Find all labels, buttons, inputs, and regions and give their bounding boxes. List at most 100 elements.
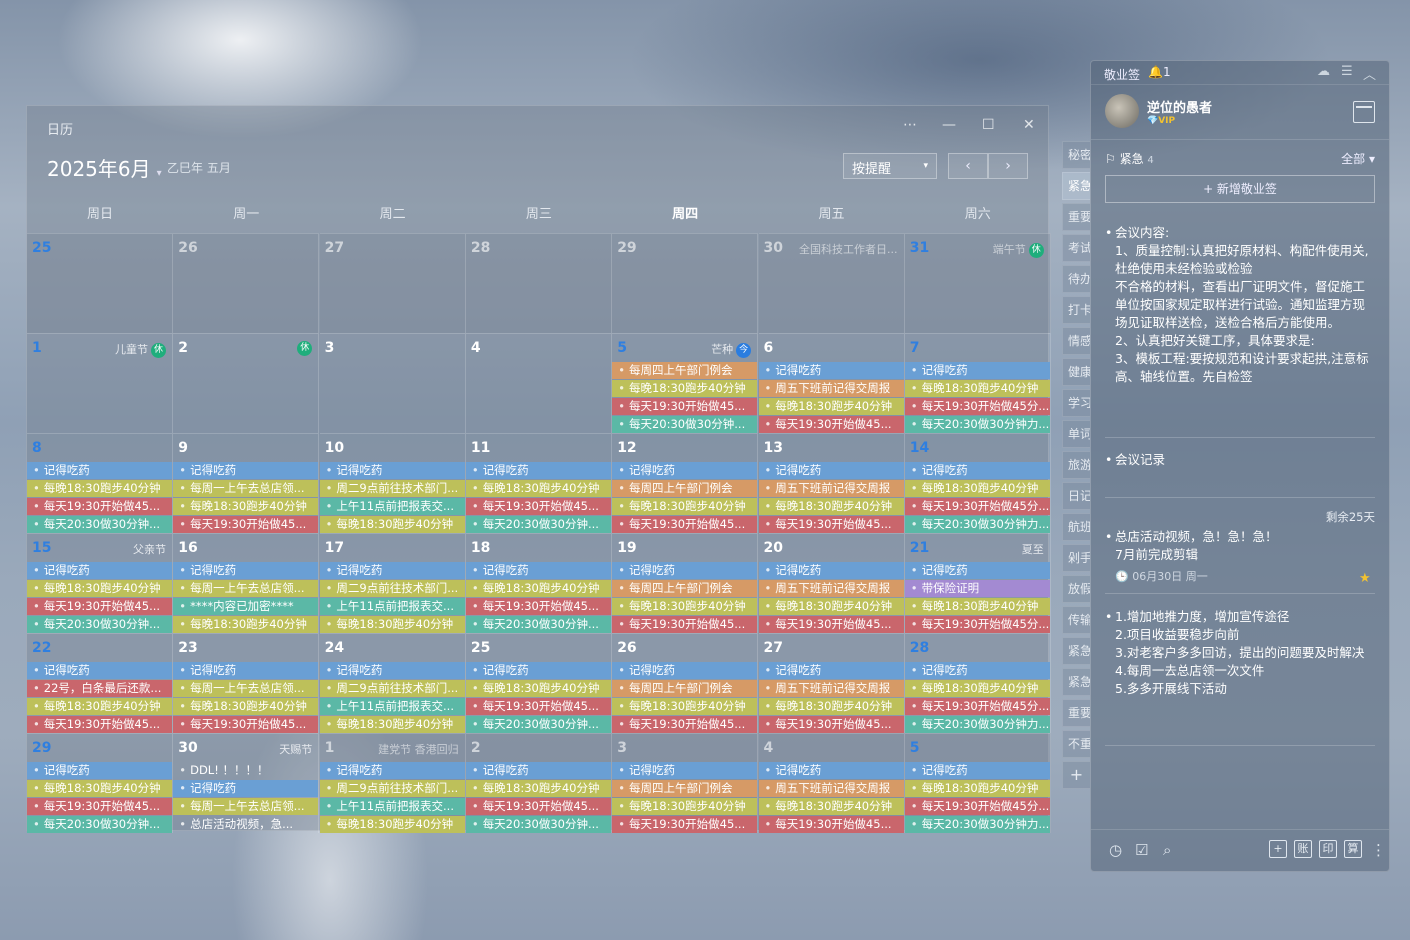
event-item[interactable]: 每周四上午部门例会: [612, 580, 758, 597]
day-cell[interactable]: 18 记得吃药每晚18:30跑步40分钟每天19:30开始做45...每天20:3…: [465, 533, 612, 633]
event-item[interactable]: 每晚18:30跑步40分钟: [173, 616, 319, 633]
event-item[interactable]: 记得吃药: [758, 662, 904, 679]
category-tab[interactable]: 学习: [1062, 389, 1090, 417]
checklist-icon[interactable]: ☑: [1135, 841, 1148, 859]
day-cell[interactable]: 26 记得吃药每周四上午部门例会每晚18:30跑步40分钟每天19:30开始做45…: [612, 633, 759, 733]
event-item[interactable]: 记得吃药: [612, 762, 758, 779]
event-item[interactable]: 记得吃药: [904, 362, 1050, 379]
event-item[interactable]: 记得吃药: [612, 562, 758, 579]
event-item[interactable]: 22号，白条最后还款...: [27, 680, 172, 697]
event-item[interactable]: 周五下班前记得交周报: [758, 580, 904, 597]
event-item[interactable]: 记得吃药: [173, 562, 319, 579]
event-item[interactable]: 每天19:30开始做45分...: [904, 616, 1050, 633]
event-item[interactable]: 每天20:30做30分钟力...: [904, 816, 1050, 833]
day-cell[interactable]: 29: [612, 233, 759, 333]
day-cell[interactable]: 4: [465, 333, 612, 433]
memo-item[interactable]: • 会议内容: 1、质量控制:认真把好原材料、构配件使用关,杜绝使用未经检验或检…: [1105, 224, 1375, 408]
event-item[interactable]: 每周四上午部门例会: [612, 362, 758, 379]
event-item[interactable]: 记得吃药: [27, 562, 172, 579]
next-month-button[interactable]: ›: [988, 153, 1028, 179]
event-item[interactable]: 记得吃药: [465, 562, 611, 579]
event-item[interactable]: 每晚18:30跑步40分钟: [904, 598, 1050, 615]
event-item[interactable]: 记得吃药: [612, 662, 758, 679]
event-item[interactable]: 每晚18:30跑步40分钟: [465, 780, 611, 797]
day-cell[interactable]: 30 全国科技工作者日...: [758, 233, 905, 333]
event-item[interactable]: 记得吃药: [319, 662, 465, 679]
calculator-button[interactable]: 算: [1344, 840, 1362, 858]
event-item[interactable]: 记得吃药: [173, 780, 319, 797]
event-item[interactable]: 每天20:30做30分钟...: [465, 616, 611, 633]
event-item[interactable]: 每晚18:30跑步40分钟: [758, 598, 904, 615]
star-icon[interactable]: ★: [1359, 571, 1371, 586]
event-item[interactable]: 每天19:30开始做45...: [758, 416, 904, 433]
day-cell[interactable]: 28 记得吃药每晚18:30跑步40分钟每天19:30开始做45分...每天20:…: [904, 633, 1051, 733]
day-cell[interactable]: 13 记得吃药周五下班前记得交周报每晚18:30跑步40分钟每天19:30开始做4…: [758, 433, 905, 533]
day-cell[interactable]: 3: [319, 333, 466, 433]
event-item[interactable]: 每天19:30开始做45分...: [904, 798, 1050, 815]
event-item[interactable]: 每天20:30做30分钟...: [612, 416, 758, 433]
category-tab[interactable]: 紧急: [1062, 637, 1090, 665]
event-item[interactable]: 周五下班前记得交周报: [758, 780, 904, 797]
add-category-button[interactable]: +: [1062, 761, 1090, 789]
event-item[interactable]: 每周一上午去总店领...: [173, 480, 319, 497]
event-item[interactable]: 每晚18:30跑步40分钟: [904, 480, 1050, 497]
prev-month-button[interactable]: ‹: [948, 153, 988, 179]
event-item[interactable]: 每天19:30开始做45...: [612, 616, 758, 633]
event-item[interactable]: 上午11点前把报表交...: [319, 598, 465, 615]
event-item[interactable]: 记得吃药: [173, 662, 319, 679]
minimize-button[interactable]: —: [942, 117, 956, 133]
menu-icon[interactable]: ☰: [1341, 64, 1353, 79]
category-tab[interactable]: 秘密: [1062, 141, 1090, 169]
day-cell[interactable]: 5 芒种今每周四上午部门例会每晚18:30跑步40分钟每天19:30开始做45..…: [612, 333, 759, 433]
maximize-button[interactable]: ☐: [982, 117, 995, 133]
event-item[interactable]: 每天20:30做30分钟...: [27, 516, 172, 533]
day-cell[interactable]: 9 记得吃药每周一上午去总店领...每晚18:30跑步40分钟每天19:30开始做…: [173, 433, 320, 533]
filter-select[interactable]: 全部 ▾: [1341, 150, 1375, 167]
cloud-icon[interactable]: ☁: [1317, 64, 1330, 79]
event-item[interactable]: 周二9点前往技术部门...: [319, 680, 465, 697]
memo-item[interactable]: • 会议记录: [1105, 451, 1375, 469]
day-cell[interactable]: 2休: [173, 333, 320, 433]
event-item[interactable]: 每天19:30开始做45分...: [904, 398, 1050, 415]
event-item[interactable]: 每晚18:30跑步40分钟: [319, 816, 465, 833]
calendar-icon[interactable]: [1353, 101, 1375, 123]
event-item[interactable]: 记得吃药: [758, 362, 904, 379]
event-item[interactable]: 每天19:30开始做45...: [758, 616, 904, 633]
day-cell[interactable]: 5 记得吃药每晚18:30跑步40分钟每天19:30开始做45分...每天20:3…: [904, 733, 1051, 833]
event-item[interactable]: 上午11点前把报表交...: [319, 498, 465, 515]
event-item[interactable]: 记得吃药: [612, 462, 758, 479]
event-item[interactable]: 记得吃药: [465, 762, 611, 779]
event-item[interactable]: 每天19:30开始做45...: [465, 798, 611, 815]
event-item[interactable]: 上午11点前把报表交...: [319, 798, 465, 815]
day-cell[interactable]: 10 记得吃药周二9点前往技术部门...上午11点前把报表交...每晚18:30跑…: [319, 433, 466, 533]
day-cell[interactable]: 27: [319, 233, 466, 333]
event-item[interactable]: 记得吃药: [758, 462, 904, 479]
event-item[interactable]: 记得吃药: [27, 462, 172, 479]
event-item[interactable]: 总店活动视频，急...: [173, 816, 318, 833]
event-item[interactable]: 每天19:30开始做45分...: [904, 698, 1050, 715]
event-item[interactable]: 每晚18:30跑步40分钟: [612, 798, 758, 815]
print-button[interactable]: 印: [1319, 840, 1337, 858]
day-cell[interactable]: 20 记得吃药周五下班前记得交周报每晚18:30跑步40分钟每天19:30开始做4…: [758, 533, 905, 633]
event-item[interactable]: 每晚18:30跑步40分钟: [758, 798, 904, 815]
day-cell[interactable]: 1 建党节 香港回归记得吃药周二9点前往技术部门...上午11点前把报表交...每…: [319, 733, 466, 833]
event-item[interactable]: 每周一上午去总店领...: [173, 580, 319, 597]
day-cell[interactable]: 19 记得吃药每周四上午部门例会每晚18:30跑步40分钟每天19:30开始做45…: [612, 533, 759, 633]
category-tab[interactable]: 重要: [1062, 699, 1090, 727]
event-item[interactable]: 周五下班前记得交周报: [758, 680, 904, 697]
memo-item[interactable]: • 1.增加地推力度，增加宣传途径 2.项目收益要稳步向前 3.对老客户多多回访…: [1105, 608, 1375, 698]
event-item[interactable]: 记得吃药: [904, 462, 1050, 479]
category-tab[interactable]: 紧急: [1062, 172, 1090, 200]
event-item[interactable]: 记得吃药: [27, 762, 172, 779]
day-cell[interactable]: 8 记得吃药每晚18:30跑步40分钟每天19:30开始做45...每天20:30…: [27, 433, 173, 533]
event-item[interactable]: 记得吃药: [465, 662, 611, 679]
event-item[interactable]: 每天20:30做30分钟...: [27, 816, 172, 833]
clock-icon[interactable]: ◷: [1109, 841, 1122, 859]
event-item[interactable]: 每天20:30做30分钟...: [465, 816, 611, 833]
event-item[interactable]: 每晚18:30跑步40分钟: [904, 780, 1050, 797]
event-item[interactable]: 每晚18:30跑步40分钟: [612, 498, 758, 515]
add-icon[interactable]: +: [1269, 840, 1287, 858]
event-item[interactable]: 每晚18:30跑步40分钟: [465, 680, 611, 697]
event-item[interactable]: 每晚18:30跑步40分钟: [319, 616, 465, 633]
category-tab[interactable]: 重要: [1062, 203, 1090, 231]
